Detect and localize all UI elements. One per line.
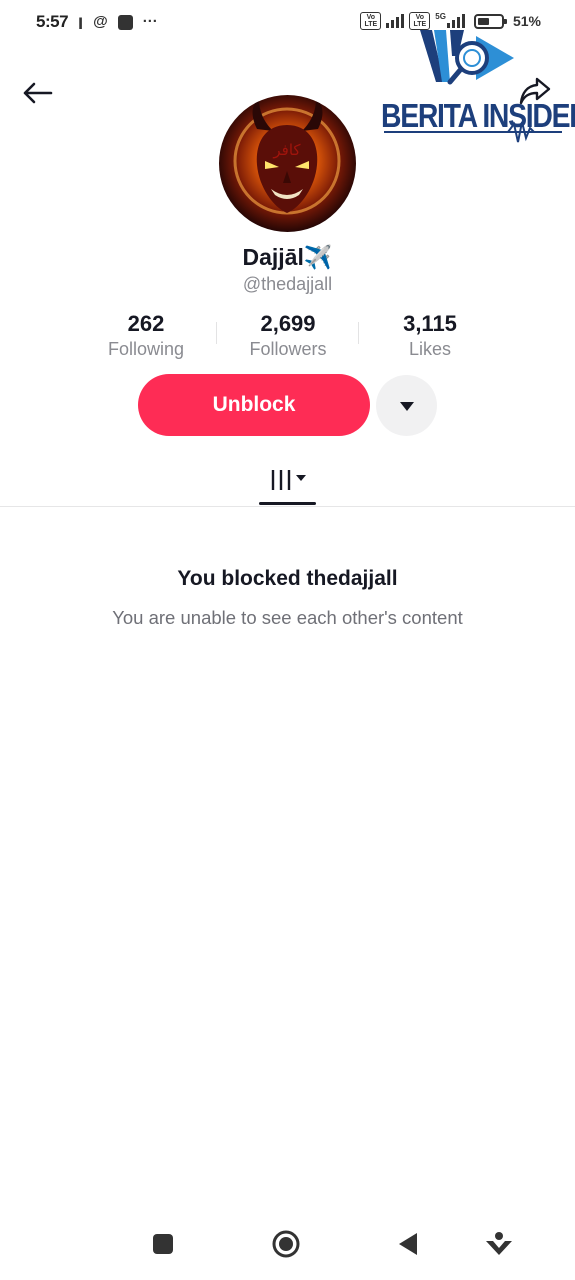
- info-icon: ꞁ: [78, 13, 84, 30]
- threads-icon: @: [93, 13, 108, 30]
- followers-label: Followers: [249, 339, 327, 359]
- demon-avatar-image: كافر: [233, 99, 341, 215]
- profile-stats: 262 Following 2,699 Followers 3,115 Like…: [0, 310, 575, 366]
- watermark-logo: BERITA INSIDER: [380, 24, 575, 146]
- app-notification-icon: [117, 14, 133, 30]
- username: @thedajjall: [242, 274, 333, 294]
- svg-text:كافر: كافر: [272, 141, 301, 159]
- status-time: 5:57: [36, 12, 69, 31]
- notification-icons: ꞁ @ ···: [78, 13, 158, 31]
- recents-icon: [153, 1234, 173, 1254]
- stat-likes[interactable]: 3,115 Likes: [360, 310, 500, 360]
- display-name: Dajjāl✈️: [242, 244, 333, 270]
- grid-videos-icon: [271, 470, 306, 490]
- system-nav-bar: [0, 1218, 575, 1270]
- stat-following[interactable]: 262 Following: [76, 310, 216, 360]
- home-button[interactable]: [262, 1218, 310, 1270]
- avatar[interactable]: كافر: [219, 95, 356, 232]
- back-button[interactable]: [18, 76, 56, 110]
- unblock-button[interactable]: Unblock: [138, 374, 370, 436]
- more-options-button[interactable]: [376, 375, 437, 436]
- caret-down-icon: [399, 401, 414, 411]
- likes-count: 3,115: [403, 311, 457, 336]
- watermark-text: BERITA INSIDER: [381, 97, 575, 134]
- assistant-icon: [486, 1232, 512, 1255]
- volte-icon: Vo LTE: [360, 12, 382, 30]
- arrow-left-icon: [23, 82, 53, 104]
- tab-videos[interactable]: [259, 455, 316, 505]
- content-tab-bar: [0, 455, 575, 507]
- more-notifications-icon: ···: [142, 13, 158, 30]
- stat-followers[interactable]: 2,699 Followers: [218, 310, 358, 360]
- home-icon: [272, 1230, 300, 1258]
- network-type: 5G: [435, 12, 446, 21]
- stat-divider: [216, 322, 217, 344]
- assistant-button[interactable]: [475, 1218, 523, 1270]
- followers-count: 2,699: [260, 311, 316, 336]
- following-count: 262: [127, 311, 165, 336]
- back-nav-button[interactable]: [384, 1218, 432, 1270]
- blocked-title: You blocked thedajjall: [177, 567, 398, 590]
- likes-label: Likes: [408, 339, 452, 359]
- tab-active-indicator: [259, 502, 316, 505]
- recents-button[interactable]: [139, 1218, 187, 1270]
- back-icon: [399, 1233, 417, 1255]
- stat-divider: [358, 322, 359, 344]
- blocked-subtitle: You are unable to see each other's conte…: [112, 607, 463, 628]
- following-label: Following: [107, 339, 185, 359]
